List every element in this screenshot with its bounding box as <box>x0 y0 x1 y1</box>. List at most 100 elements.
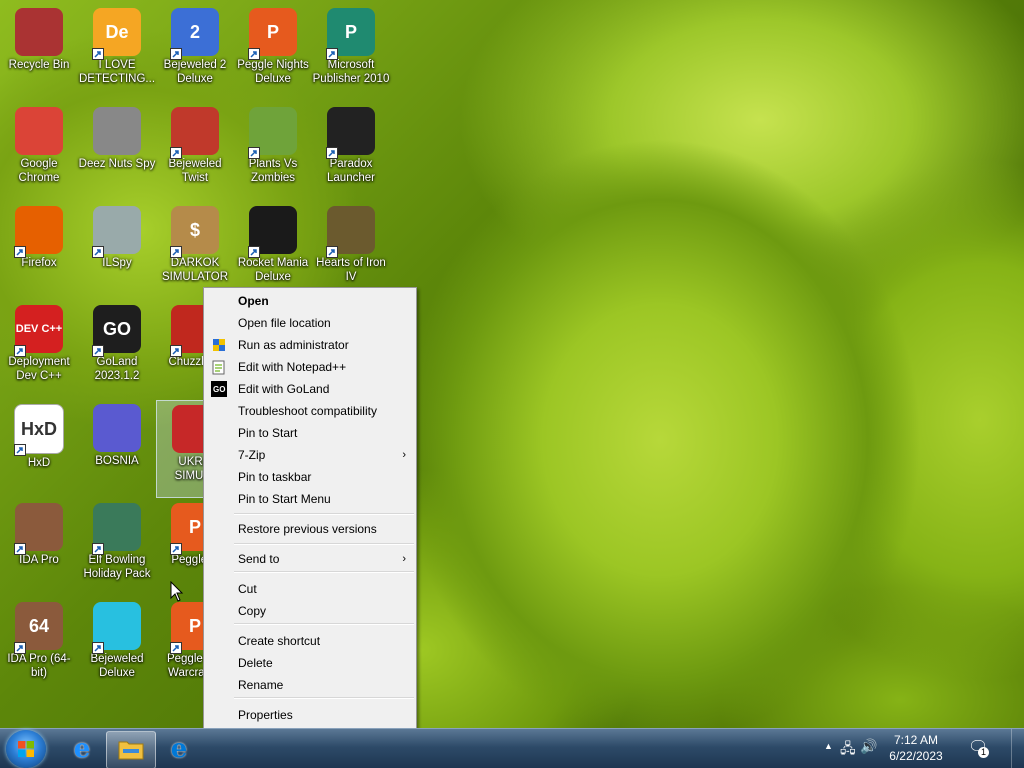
desktop-icon[interactable]: 2 Bejeweled 2 Deluxe <box>156 4 234 100</box>
recycle-bin-icon <box>15 8 63 56</box>
menu-item-send-to[interactable]: Send to › <box>206 548 414 570</box>
menu-item-run-as-administrator[interactable]: Run as administrator <box>206 334 414 356</box>
notification-count-badge: 1 <box>978 747 989 758</box>
desktop-icon[interactable]: Rocket Mania Deluxe <box>234 202 312 298</box>
desktop-icon[interactable]: GO GoLand 2023.1.2 <box>78 301 156 397</box>
menu-item-edit-with-notepad[interactable]: Edit with Notepad++ <box>206 356 414 378</box>
icon-glyph: GO <box>102 319 131 339</box>
icon-glyph: P <box>188 616 201 636</box>
icon-glyph: De <box>105 22 129 42</box>
desktop-icon[interactable]: Elf Bowling Holiday Pack <box>78 499 156 595</box>
menu-item-properties[interactable]: Properties <box>206 704 414 726</box>
shortcut-arrow-icon <box>92 246 104 258</box>
desktop-icon[interactable]: HxD HxD <box>0 400 78 496</box>
menu-item-cut[interactable]: Cut <box>206 578 414 600</box>
menu-item-create-shortcut[interactable]: Create shortcut <box>206 630 414 652</box>
menu-item-rename[interactable]: Rename <box>206 674 414 696</box>
desktop-icon-label: IDA Pro <box>19 554 59 566</box>
menu-item-open-file-location[interactable]: Open file location <box>206 312 414 334</box>
start-button[interactable] <box>6 730 46 768</box>
desktop-icon[interactable]: Firefox <box>0 202 78 298</box>
desktop-icon-label: I LOVE DETECTING... <box>78 59 156 85</box>
menu-item-label: Copy <box>238 604 267 618</box>
menu-separator <box>234 623 414 625</box>
desktop-icon-label: Hearts of Iron IV <box>316 257 386 283</box>
goland-icon: GO <box>211 381 227 397</box>
desktop-icon[interactable]: Deez Nuts Spy <box>78 103 156 199</box>
desktop-icon-label: DARKOK SIMULATOR <box>161 257 229 283</box>
taskbar-button-internet-explorer[interactable]: e <box>58 731 106 767</box>
desktop-icon-label: BOSNIA <box>95 455 139 467</box>
mouse-cursor-icon <box>170 581 184 602</box>
desktop-icon[interactable]: P Peggle Nights Deluxe <box>234 4 312 100</box>
shortcut-arrow-icon <box>14 246 26 258</box>
desktop-icon-label: Peggle Nights Deluxe <box>237 59 309 85</box>
svg-text:GO: GO <box>213 385 225 394</box>
clock[interactable]: 7:12 AM 6/22/2023 <box>878 732 954 764</box>
system-tray: ▲ 🖧 🔊 7:12 AM 6/22/2023 🗨 1 <box>814 729 1024 768</box>
spiked-ball-icon <box>93 404 141 452</box>
desktop-icon-label: Google Chrome <box>18 158 60 184</box>
show-hidden-icons-button[interactable]: ▲ <box>824 741 833 751</box>
network-icon[interactable]: 🖧 <box>840 738 856 762</box>
desktop-icon[interactable]: ILSpy <box>78 202 156 298</box>
desktop-icon-label: Microsoft Publisher 2010 <box>312 59 390 85</box>
desktop-icon[interactable]: Plants Vs Zombies <box>234 103 312 199</box>
menu-item-pin-to-start[interactable]: Pin to Start <box>206 422 414 444</box>
menu-item-restore-previous-versions[interactable]: Restore previous versions <box>206 518 414 540</box>
shortcut-arrow-icon <box>170 345 182 357</box>
menu-item-label: Properties <box>238 708 293 722</box>
volume-icon[interactable]: 🔊 <box>860 738 877 755</box>
desktop-icon[interactable]: Paradox Launcher <box>312 103 390 199</box>
desktop-icon[interactable]: Google Chrome <box>0 103 78 199</box>
menu-separator <box>234 543 414 545</box>
shortcut-arrow-icon <box>248 48 260 60</box>
shortcut-arrow-icon <box>170 642 182 654</box>
desktop-icon[interactable]: De I LOVE DETECTING... <box>78 4 156 100</box>
menu-item-edit-with-goland[interactable]: GO Edit with GoLand <box>206 378 414 400</box>
submenu-arrow-icon: › <box>402 449 406 461</box>
desktop-icon[interactable]: Hearts of Iron IV <box>312 202 390 298</box>
edge-icon: e <box>170 734 188 764</box>
menu-item-pin-to-taskbar[interactable]: Pin to taskbar <box>206 466 414 488</box>
shortcut-arrow-icon <box>326 246 338 258</box>
shortcut-arrow-icon <box>170 147 182 159</box>
menu-item-label: Pin to taskbar <box>238 470 312 484</box>
taskbar-button-file-explorer[interactable] <box>106 731 156 768</box>
taskbar-button-edge[interactable]: e <box>155 731 203 767</box>
icon-glyph: $ <box>189 220 200 240</box>
action-center-button[interactable]: 🗨 1 <box>966 737 990 761</box>
notepad-plus-plus-icon <box>211 359 227 375</box>
desktop-icon[interactable]: DEV C++ Deployment Dev C++ <box>0 301 78 397</box>
submenu-arrow-icon: › <box>402 553 406 565</box>
menu-item-troubleshoot-compatibility[interactable]: Troubleshoot compatibility <box>206 400 414 422</box>
file-explorer-icon <box>118 738 144 763</box>
desktop-icon[interactable]: 64 IDA Pro (64-bit) <box>0 598 78 694</box>
desktop-icon[interactable]: Bejeweled Twist <box>156 103 234 199</box>
menu-item-copy[interactable]: Copy <box>206 600 414 622</box>
show-desktop-button[interactable] <box>1011 729 1024 768</box>
shortcut-arrow-icon <box>14 444 26 456</box>
shortcut-arrow-icon <box>92 48 104 60</box>
menu-item-label: Run as administrator <box>238 338 349 352</box>
menu-item-label: Send to <box>238 552 280 566</box>
menu-item-open[interactable]: Open <box>206 290 414 312</box>
menu-item-label: Edit with GoLand <box>238 382 330 396</box>
icon-glyph: 64 <box>28 616 50 636</box>
menu-item-delete[interactable]: Delete <box>206 652 414 674</box>
shortcut-arrow-icon <box>14 642 26 654</box>
desktop-icon[interactable]: BOSNIA <box>78 400 156 496</box>
desktop-icon-label: Bejeweled Twist <box>168 158 222 184</box>
menu-item-pin-to-start-menu[interactable]: Pin to Start Menu <box>206 488 414 510</box>
desktop-icon-label: HxD <box>27 457 51 469</box>
shortcut-arrow-icon <box>170 543 182 555</box>
desktop-icon[interactable]: IDA Pro <box>0 499 78 595</box>
menu-item-7-zip[interactable]: 7-Zip › <box>206 444 414 466</box>
desktop-icon[interactable]: Bejeweled Deluxe <box>78 598 156 694</box>
shortcut-arrow-icon <box>170 246 182 258</box>
desktop-icon-label: Bejeweled Deluxe <box>90 653 144 679</box>
desktop-icon[interactable]: $ DARKOK SIMULATOR <box>156 202 234 298</box>
desktop-icon[interactable]: Recycle Bin <box>0 4 78 100</box>
desktop-icon[interactable]: P Microsoft Publisher 2010 <box>312 4 390 100</box>
shortcut-arrow-icon <box>248 147 260 159</box>
